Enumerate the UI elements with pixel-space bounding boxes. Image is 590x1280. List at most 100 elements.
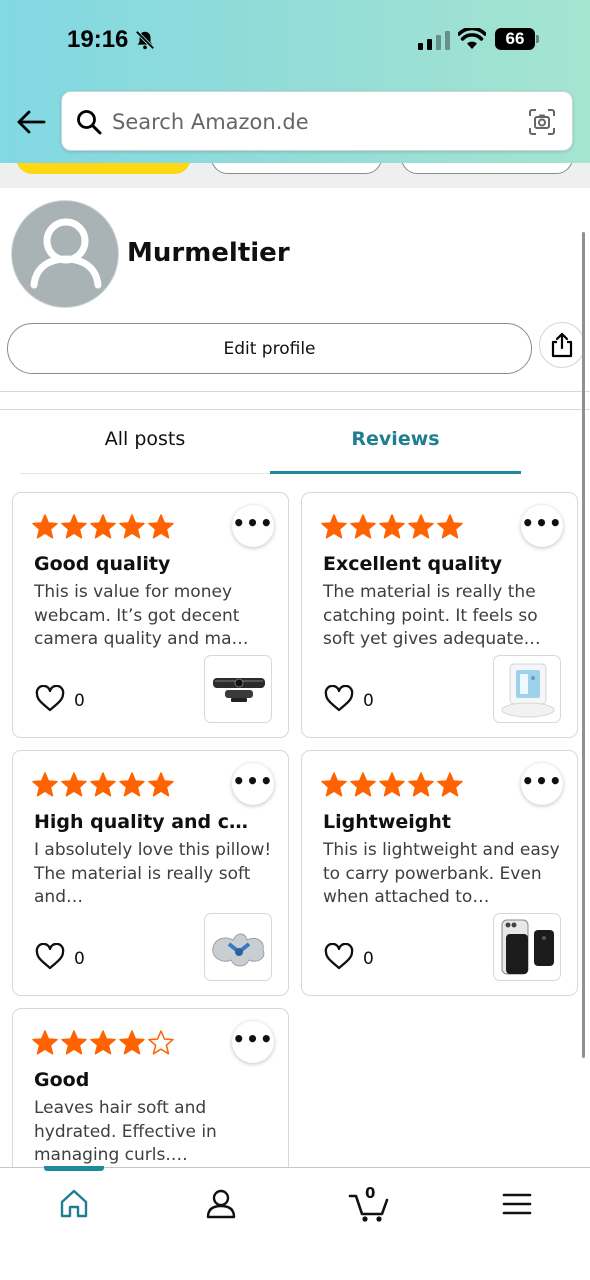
like-count: 0 xyxy=(363,691,374,711)
product-thumbnail[interactable] xyxy=(493,913,561,981)
status-time: 19:16 xyxy=(67,26,129,53)
webcam-icon xyxy=(213,678,265,702)
filter-chip[interactable] xyxy=(16,163,191,174)
star-filled-icon xyxy=(119,772,145,797)
star-empty-icon xyxy=(148,1030,174,1055)
cart-count: 0 xyxy=(365,1184,376,1202)
filter-chip[interactable] xyxy=(211,163,382,174)
travel-pillow-icon xyxy=(212,933,265,967)
like-count: 0 xyxy=(363,949,374,969)
star-filled-icon xyxy=(350,772,376,797)
header: 19:16 66 xyxy=(0,0,590,163)
more-options-button[interactable]: ••• xyxy=(232,763,274,805)
avatar xyxy=(11,200,119,308)
default-avatar-icon xyxy=(30,218,102,289)
tab-active-indicator xyxy=(270,471,521,474)
more-icon: ••• xyxy=(232,1027,274,1051)
review-body: I absolutely love this pillow! The mater… xyxy=(34,840,272,907)
review-title: Good quality xyxy=(34,553,171,575)
star-filled-icon xyxy=(90,772,116,797)
review-card[interactable]: ••• Excellent quality The material is re… xyxy=(301,492,578,738)
battery-level: 66 xyxy=(495,28,535,50)
product-thumbnail[interactable] xyxy=(204,655,272,723)
edit-profile-button[interactable]: Edit profile xyxy=(7,323,532,374)
share-button[interactable] xyxy=(539,322,585,368)
heart-icon[interactable] xyxy=(35,685,65,713)
star-filled-icon xyxy=(32,1030,58,1055)
profile-name: Murmeltier xyxy=(127,238,290,268)
profile-icon[interactable] xyxy=(201,1184,241,1224)
review-title: Good xyxy=(34,1069,90,1091)
search-icon xyxy=(77,110,102,135)
product-thumbnail[interactable] xyxy=(204,913,272,981)
like-count: 0 xyxy=(74,691,85,711)
like-count: 0 xyxy=(74,949,85,969)
star-filled-icon xyxy=(437,514,463,539)
star-rating xyxy=(31,771,175,801)
more-icon: ••• xyxy=(521,769,563,793)
star-rating xyxy=(31,1029,175,1059)
review-body: Leaves hair soft and hydrated. Effective… xyxy=(34,1098,217,1165)
heart-icon[interactable] xyxy=(324,943,354,971)
review-title: High quality and co… xyxy=(34,811,249,833)
cellular-signal-icon xyxy=(418,31,450,50)
star-filled-icon xyxy=(148,514,174,539)
bottom-navigation: 0 xyxy=(0,1166,590,1280)
star-filled-icon xyxy=(148,772,174,797)
back-arrow-icon[interactable] xyxy=(16,108,46,136)
star-filled-icon xyxy=(408,514,434,539)
more-icon: ••• xyxy=(232,769,274,793)
more-options-button[interactable]: ••• xyxy=(232,505,274,547)
review-card[interactable]: ••• Good quality This is value for money… xyxy=(12,492,289,738)
divider xyxy=(0,409,590,410)
star-filled-icon xyxy=(379,514,405,539)
nav-active-indicator xyxy=(44,1166,104,1171)
more-icon: ••• xyxy=(232,511,274,535)
star-filled-icon xyxy=(437,772,463,797)
star-filled-icon xyxy=(61,772,87,797)
share-icon xyxy=(551,332,573,358)
bell-muted-icon xyxy=(135,30,155,50)
star-filled-icon xyxy=(61,1030,87,1055)
star-filled-icon xyxy=(379,772,405,797)
tab-reviews[interactable]: Reviews xyxy=(270,428,521,450)
menu-icon[interactable] xyxy=(497,1184,537,1224)
heart-icon[interactable] xyxy=(324,685,354,713)
powerbank-icon xyxy=(501,919,554,975)
review-body: This is lightweight and easy to carry po… xyxy=(323,840,560,907)
star-filled-icon xyxy=(32,514,58,539)
cart-button[interactable]: 0 xyxy=(348,1184,392,1224)
star-filled-icon xyxy=(90,1030,116,1055)
star-rating xyxy=(320,513,464,543)
review-title: Lightweight xyxy=(323,811,451,833)
product-thumbnail[interactable] xyxy=(493,655,561,723)
star-filled-icon xyxy=(61,514,87,539)
filter-chip-strip xyxy=(0,163,590,188)
battery-indicator: 66 xyxy=(495,28,539,50)
home-icon[interactable] xyxy=(54,1184,94,1224)
more-options-button[interactable]: ••• xyxy=(232,1021,274,1063)
more-options-button[interactable]: ••• xyxy=(521,763,563,805)
filter-chip[interactable] xyxy=(401,163,573,174)
wifi-icon xyxy=(458,28,486,49)
star-filled-icon xyxy=(119,514,145,539)
review-body: This is value for money webcam. It’s got… xyxy=(34,582,249,649)
more-options-button[interactable]: ••• xyxy=(521,505,563,547)
search-bar[interactable] xyxy=(61,91,573,151)
star-rating xyxy=(320,771,464,801)
star-filled-icon xyxy=(408,772,434,797)
camera-search-icon[interactable] xyxy=(528,108,556,136)
review-card[interactable]: ••• High quality and co… I absolutely lo… xyxy=(12,750,289,996)
divider xyxy=(0,391,590,392)
heart-icon[interactable] xyxy=(35,943,65,971)
battery-tip xyxy=(536,35,539,43)
tab-all-posts[interactable]: All posts xyxy=(20,428,270,450)
star-rating xyxy=(31,513,175,543)
star-filled-icon xyxy=(90,514,116,539)
star-filled-icon xyxy=(32,772,58,797)
search-input[interactable] xyxy=(112,104,512,140)
review-card[interactable]: ••• Lightweight This is lightweight and … xyxy=(301,750,578,996)
star-filled-icon xyxy=(321,772,347,797)
scrollbar[interactable] xyxy=(582,232,585,1058)
star-filled-icon xyxy=(119,1030,145,1055)
